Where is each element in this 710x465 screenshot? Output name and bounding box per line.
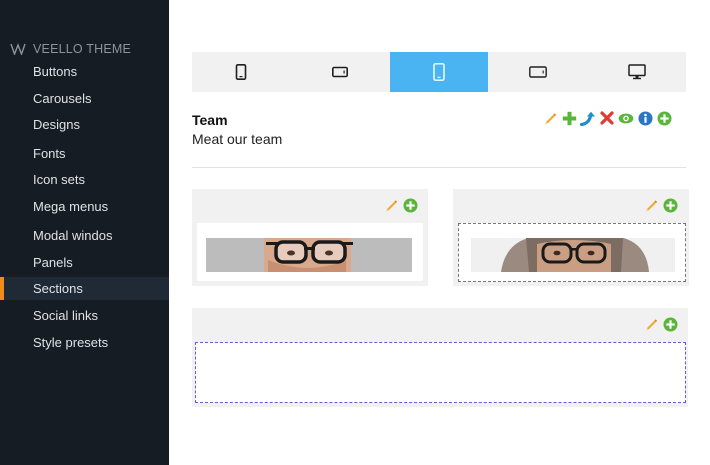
info-icon — [638, 111, 652, 125]
section-subtitle: Meat our team — [192, 131, 283, 147]
add-circle-button[interactable] — [656, 110, 672, 126]
team-member-photo-female — [471, 238, 675, 272]
device-tab-tablet-landscape[interactable] — [488, 52, 587, 92]
sidebar-item-carousels[interactable]: Carousels — [0, 87, 169, 110]
sidebar-item-label: Fonts — [33, 146, 66, 161]
sidebar-item-label: Social links — [33, 308, 99, 323]
sidebar-item-social-links[interactable]: Social links — [0, 304, 169, 327]
device-tab-phone-landscape[interactable] — [291, 52, 390, 92]
sidebar-item-label: Sections — [33, 281, 83, 296]
divider — [192, 167, 686, 168]
sidebar-item-label: Designs — [33, 117, 80, 132]
sidebar-item-designs[interactable]: Designs — [0, 113, 169, 136]
sidebar-item-panels[interactable]: Panels — [0, 251, 169, 274]
sidebar-item-label: Panels — [33, 255, 73, 270]
brand: VEELLO THEME — [10, 42, 131, 56]
sidebar-item-label: Mega menus — [33, 199, 109, 214]
add-circle-button[interactable] — [662, 197, 678, 213]
section-title: Team — [192, 112, 228, 128]
info-button[interactable] — [637, 110, 653, 126]
add-circle-button[interactable] — [662, 316, 678, 332]
tablet-portrait-icon — [433, 63, 445, 81]
sidebar-item-label: Modal windos — [33, 228, 113, 243]
delete-button[interactable] — [599, 110, 615, 126]
edit-button[interactable] — [542, 110, 558, 126]
section-toolbar — [542, 110, 672, 126]
device-switcher — [192, 52, 686, 92]
empty-drop-zone[interactable] — [195, 342, 686, 403]
sidebar-item-style-presets[interactable]: Style presets — [0, 331, 169, 354]
add-circle-button[interactable] — [402, 197, 418, 213]
edit-icon — [646, 200, 658, 212]
device-tab-tablet-portrait[interactable] — [389, 52, 489, 92]
selected-image-block[interactable] — [458, 223, 686, 282]
move-button[interactable] — [580, 110, 596, 126]
add-circle-icon — [663, 198, 677, 212]
edit-icon — [545, 113, 557, 125]
visibility-button[interactable] — [618, 110, 634, 126]
device-tab-desktop[interactable] — [587, 52, 686, 92]
phone-landscape-icon — [332, 66, 349, 78]
add-circle-icon — [657, 111, 671, 125]
column-panel-left[interactable] — [192, 189, 428, 286]
sidebar-item-modal-windows[interactable]: Modal windos — [0, 224, 169, 247]
edit-icon — [386, 200, 398, 212]
sidebar-item-label: Style presets — [33, 335, 109, 350]
add-button[interactable] — [561, 110, 577, 126]
veello-logo-icon — [10, 43, 26, 55]
team-member-photo-male — [206, 238, 412, 272]
tablet-landscape-icon — [528, 66, 547, 78]
portrait-image — [206, 238, 412, 272]
column-toolbar — [383, 197, 418, 213]
phone-portrait-icon — [236, 64, 247, 80]
edit-button[interactable] — [643, 197, 659, 213]
desktop-icon — [627, 64, 646, 80]
sidebar-item-mega-menus[interactable]: Mega menus — [0, 195, 169, 218]
edit-button[interactable] — [383, 197, 399, 213]
sidebar-item-sections[interactable]: Sections — [0, 277, 169, 300]
move-icon — [580, 111, 595, 126]
edit-icon — [646, 319, 658, 331]
sidebar: VEELLO THEME Buttons Carousels Designs F… — [0, 0, 169, 465]
add-circle-icon — [403, 198, 417, 212]
brand-name: VEELLO THEME — [33, 42, 132, 56]
sidebar-item-label: Carousels — [33, 91, 92, 106]
sidebar-item-label: Icon sets — [33, 172, 86, 187]
add-circle-icon — [663, 317, 677, 331]
add-icon — [562, 111, 576, 125]
row-toolbar — [643, 316, 678, 332]
sidebar-item-icon-sets[interactable]: Icon sets — [0, 168, 169, 191]
device-tab-phone-portrait[interactable] — [192, 52, 291, 92]
column-toolbar — [643, 197, 678, 213]
column-panel-right[interactable] — [453, 189, 689, 286]
delete-icon — [600, 111, 614, 125]
sidebar-item-label: Buttons — [33, 64, 78, 79]
image-block[interactable] — [197, 223, 423, 281]
visibility-icon — [618, 113, 634, 123]
sidebar-item-buttons[interactable]: Buttons — [0, 60, 169, 83]
portrait-image — [471, 238, 675, 272]
edit-button[interactable] — [643, 316, 659, 332]
sidebar-item-fonts[interactable]: Fonts — [0, 142, 169, 165]
row-panel[interactable] — [192, 308, 688, 407]
